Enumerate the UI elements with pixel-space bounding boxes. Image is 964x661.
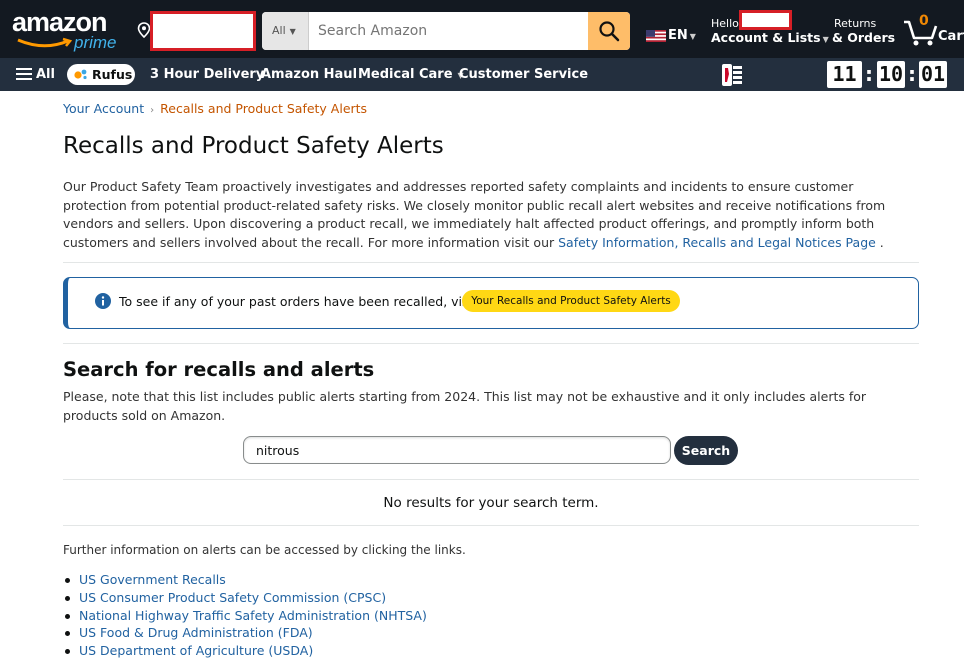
link-nhtsa[interactable]: National Highway Traffic Safety Administ… [79, 608, 427, 623]
page-title: Recalls and Product Safety Alerts [63, 133, 444, 159]
search-note: Please, note that this list includes pub… [63, 389, 867, 423]
nav-item-customer-service[interactable]: Customer Service [459, 67, 588, 82]
intro-end: . [875, 234, 884, 250]
link-us-government-recalls[interactable]: US Government Recalls [79, 572, 226, 587]
link-usda[interactable]: US Department of Agriculture (USDA) [79, 643, 313, 658]
menu-icon[interactable] [16, 68, 32, 80]
divider [63, 343, 919, 344]
list-item: National Highway Traffic Safety Administ… [63, 608, 563, 626]
clock-seconds: 01 [919, 61, 947, 88]
clock-minutes: 10 [877, 61, 905, 88]
divider [63, 262, 919, 263]
recall-search-button[interactable]: Search [674, 436, 738, 465]
logo-prime: prime [74, 33, 117, 52]
medical-care-label: Medical Care [358, 67, 453, 82]
list-item: US Food & Drug Administration (FDA) [63, 625, 563, 643]
list-item: US Consumer Product Safety Commission (C… [63, 590, 563, 608]
account-lists-label: Account & Lists [711, 30, 821, 45]
location-icon [137, 22, 151, 38]
nav-item-3-hour-delivery[interactable]: 3 Hour Delivery [150, 67, 264, 82]
redacted-delivery-location[interactable] [150, 11, 256, 51]
language-label: EN [668, 28, 688, 43]
us-flag-icon [646, 30, 666, 42]
nba-logo-icon[interactable] [720, 64, 744, 86]
info-icon [95, 293, 111, 309]
link-cpsc[interactable]: US Consumer Product Safety Commission (C… [79, 590, 386, 605]
rufus-icon [74, 69, 87, 80]
search-bar: All ▼ [262, 12, 630, 50]
link-fda[interactable]: US Food & Drug Administration (FDA) [79, 625, 313, 640]
breadcrumb-current[interactable]: Recalls and Product Safety Alerts [160, 101, 367, 116]
list-item: US Department of Agriculture (USDA) [63, 643, 563, 661]
secondary-nav: All Rufus 3 Hour Delivery Amazon Haul Me… [0, 58, 964, 91]
breadcrumb-separator-icon: › [150, 105, 155, 116]
recall-alert-box: To see if any of your past orders have b… [63, 277, 919, 329]
list-item: US Government Recalls [63, 572, 563, 590]
search-category-select[interactable]: All ▼ [262, 12, 309, 50]
external-links-list: US Government Recalls US Consumer Produc… [63, 572, 563, 661]
cart-count: 0 [919, 13, 929, 29]
bullet-icon [65, 595, 70, 601]
search-icon [599, 21, 620, 42]
caret-down-icon: ▼ [289, 27, 296, 36]
search-section-heading: Search for recalls and alerts [63, 358, 375, 381]
further-info-text: Further information on alerts can be acc… [63, 543, 466, 557]
rufus-label: Rufus [92, 67, 133, 82]
clock-hours: 11 [827, 61, 862, 88]
all-menu-button[interactable]: All [36, 67, 55, 82]
language-selector[interactable]: EN ▼ [668, 28, 696, 43]
account-lists-menu[interactable]: Account & Lists ▼ [711, 30, 829, 45]
account-greeting: Hello [711, 17, 739, 30]
search-category-label: All [272, 24, 286, 37]
clock-separator: : [865, 62, 873, 86]
rufus-button[interactable]: Rufus [67, 64, 135, 85]
safety-info-link[interactable]: Safety Information, Recalls and Legal No… [558, 235, 876, 250]
nav-item-medical-care[interactable]: Medical Care ▼ [358, 67, 464, 82]
nav-item-amazon-haul[interactable]: Amazon Haul [261, 67, 357, 82]
redacted-user-name [739, 10, 792, 30]
amazon-prime-logo[interactable]: amazon prime [12, 7, 132, 53]
returns-label[interactable]: Returns [834, 18, 876, 30]
breadcrumb-your-account[interactable]: Your Account [63, 101, 144, 116]
caret-down-icon: ▼ [822, 35, 829, 44]
no-results-message: No results for your search term. [383, 495, 599, 511]
search-button[interactable] [588, 12, 630, 50]
alert-text: To see if any of your past orders have b… [119, 294, 477, 309]
your-recalls-button[interactable]: Your Recalls and Product Safety Alerts [462, 290, 680, 312]
caret-down-icon: ▼ [689, 32, 696, 41]
bullet-icon [65, 613, 70, 619]
search-input[interactable] [309, 12, 588, 50]
divider [63, 479, 919, 480]
bullet-icon [65, 649, 70, 655]
clock-separator: : [908, 62, 916, 86]
cart-label[interactable]: Cart [938, 29, 964, 44]
orders-link[interactable]: & Orders [832, 30, 895, 45]
divider [63, 525, 919, 526]
smile-arrow-icon [17, 37, 73, 48]
top-nav: amazon prime All▼ EN▼ Hello Account & [0, 0, 964, 58]
bullet-icon [65, 578, 70, 583]
intro-paragraph: Our Product Safety Team proactively inve… [63, 178, 919, 252]
recall-search-input[interactable] [243, 436, 671, 464]
bullet-icon [65, 631, 70, 637]
breadcrumb: Your Account › Recalls and Product Safety … [63, 101, 367, 116]
